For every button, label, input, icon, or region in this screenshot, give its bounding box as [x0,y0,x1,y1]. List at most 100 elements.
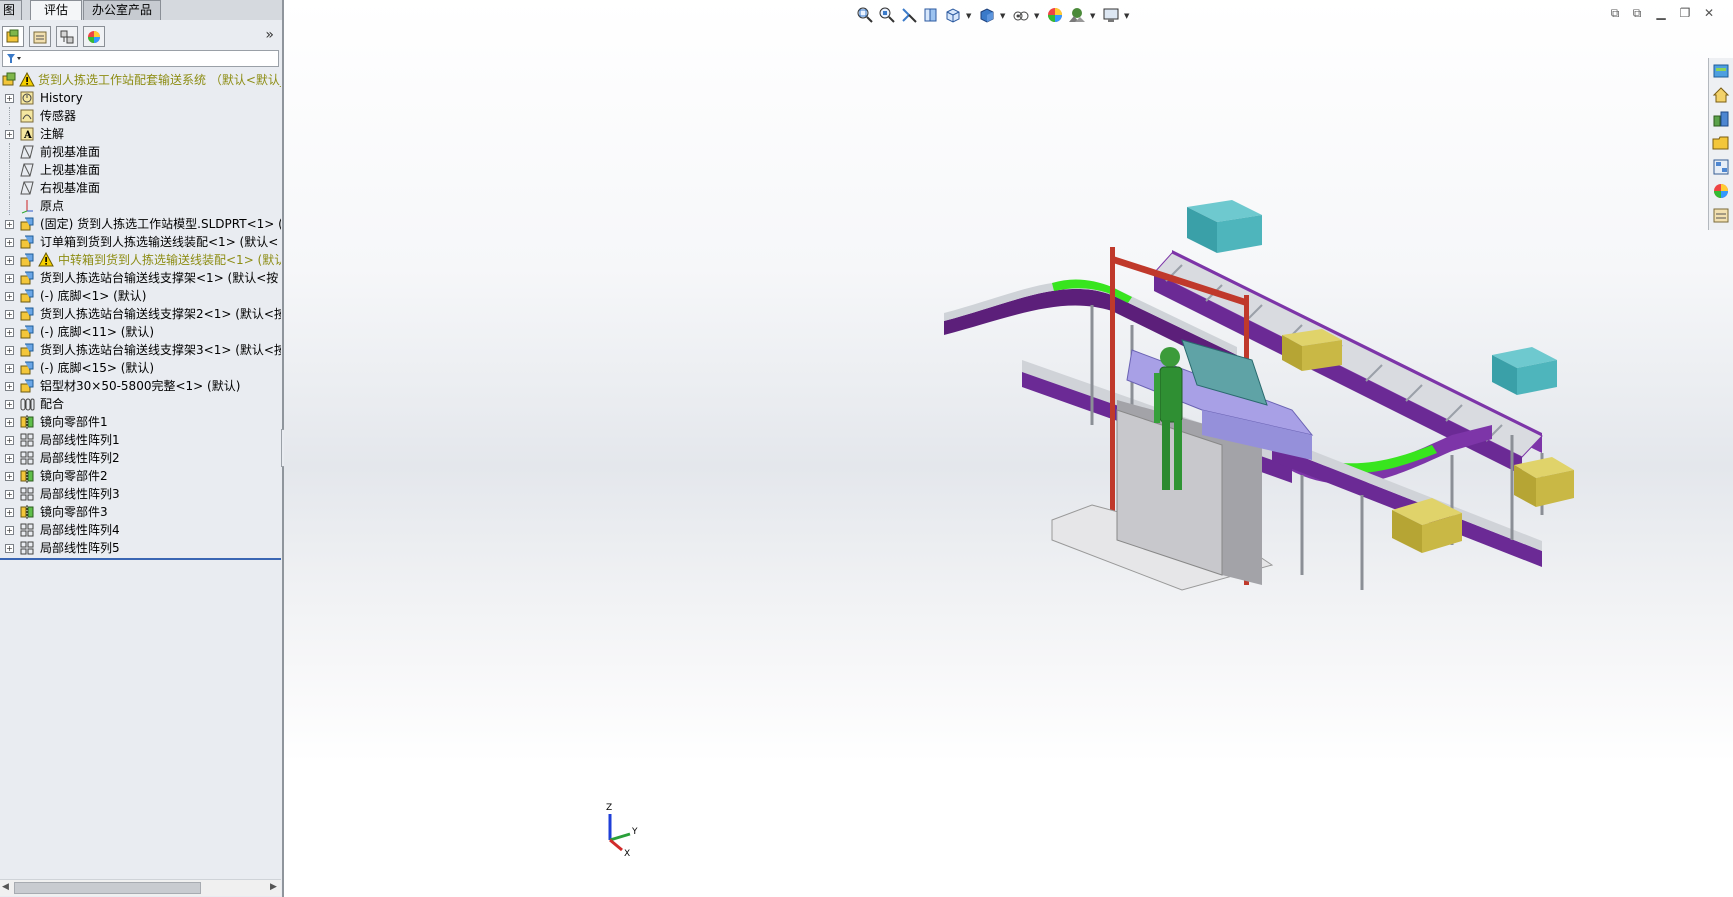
scroll-right-icon[interactable]: ▶ [270,882,277,892]
tree-item[interactable]: + 局部线性阵列1 [0,431,281,449]
tree-item[interactable]: 前视基准面 [0,143,281,161]
tree-item[interactable]: 传感器 [0,107,281,125]
expand-toggle-icon[interactable]: + [5,508,14,517]
view-orientation-caret-icon[interactable]: ▼ [966,12,971,20]
tree-item[interactable]: + 镜向零部件1 [0,413,281,431]
view-settings-caret-icon[interactable]: ▼ [1124,12,1129,20]
tree-item[interactable]: 上视基准面 [0,161,281,179]
tree-item[interactable]: + 局部线性阵列4 [0,521,281,539]
tree-item[interactable]: 右视基准面 [0,179,281,197]
tree-item[interactable]: + 镜向零部件3 [0,503,281,521]
custom-properties-icon[interactable] [1712,206,1730,224]
hide-show-icon[interactable] [1012,6,1030,24]
view-orientation-icon[interactable] [944,6,962,24]
tree-item[interactable]: + 铝型材30×50-5800完整<1> (默认) [0,377,281,395]
appearance-icon[interactable] [1046,6,1064,24]
view-palette-icon[interactable] [1712,158,1730,176]
subassembly-icon [20,253,34,267]
expand-panel-icon[interactable]: » [265,27,274,43]
zoom-to-fit-icon[interactable] [856,6,874,24]
expand-toggle-icon[interactable]: + [5,472,14,481]
annotation-icon: A [20,127,34,141]
expand-toggle-icon[interactable]: + [5,490,14,499]
home-icon[interactable] [1712,86,1730,104]
tree-item[interactable]: + 局部线性阵列3 [0,485,281,503]
expand-toggle-icon[interactable]: + [5,400,14,409]
tree-end-marker [0,558,281,560]
tree-item[interactable]: + 货到人拣选站台输送线支撑架<1> (默认<按 [0,269,281,287]
tree-item[interactable]: + 局部线性阵列5 [0,539,281,557]
section-view-icon[interactable] [922,6,940,24]
display-style-icon[interactable] [978,6,996,24]
expand-toggle-icon[interactable]: + [5,526,14,535]
tree-item[interactable]: + (-) 底脚<11> (默认) [0,323,281,341]
feature-manager-tab[interactable] [2,26,24,47]
horizontal-scrollbar[interactable]: ◀ ▶ [0,879,281,896]
expand-toggle-icon[interactable]: + [5,418,14,427]
tree-item-label: 注解 [40,127,65,141]
tab-view[interactable]: 图 [0,0,22,20]
tile-vertical-icon[interactable]: ⧉ [1629,6,1645,20]
configuration-manager-tab[interactable] [56,26,78,47]
tree-item[interactable]: + 局部线性阵列2 [0,449,281,467]
resources-icon[interactable] [1712,62,1730,80]
expand-toggle-icon[interactable]: + [5,238,14,247]
configuration-icon [60,30,74,44]
appearances-icon[interactable] [1712,182,1730,200]
expand-toggle-icon[interactable]: + [5,256,14,265]
tile-horizontal-icon[interactable]: ⧉ [1607,6,1623,20]
expand-toggle-icon[interactable]: + [5,544,14,553]
scroll-thumb[interactable] [14,882,201,894]
zoom-area-icon[interactable] [878,6,896,24]
expand-toggle-icon[interactable]: + [5,274,14,283]
tree-filter-input[interactable] [2,50,279,67]
expand-toggle-icon[interactable]: + [5,292,14,301]
display-style-caret-icon[interactable]: ▼ [1000,12,1005,20]
expand-toggle-icon[interactable]: + [5,382,14,391]
tree-item[interactable]: 原点 [0,197,281,215]
tree-item[interactable]: + A 注解 [0,125,281,143]
close-icon[interactable]: ✕ [1701,6,1717,20]
minimize-icon[interactable]: ▁ [1653,6,1669,20]
tree-item[interactable]: + 货到人拣选站台输送线支撑架2<1> (默认<按 [0,305,281,323]
tree-root[interactable]: 货到人拣选工作站配套输送系统 （默认<默认_ [0,71,281,89]
restore-icon[interactable]: ❐ [1677,6,1693,20]
subassembly-icon [20,379,34,393]
design-library-icon[interactable] [1712,110,1730,128]
hide-show-caret-icon[interactable]: ▼ [1034,12,1039,20]
tree-item[interactable]: + History [0,89,281,107]
expand-toggle-icon[interactable]: + [5,310,14,319]
expand-toggle-icon[interactable]: + [5,436,14,445]
tree-item[interactable]: + (-) 底脚<1> (默认) [0,287,281,305]
scene-caret-icon[interactable]: ▼ [1090,12,1095,20]
file-explorer-icon[interactable] [1712,134,1730,152]
tab-evaluate[interactable]: 评估 [30,0,82,20]
tree-item[interactable]: + (固定) 货到人拣选工作站模型.SLDPRT<1> ( [0,215,281,233]
tab-office-products[interactable]: 办公室产品 [83,0,161,20]
part-icon [20,217,34,231]
display-manager-tab[interactable] [83,26,105,47]
tree-item[interactable]: + 中转箱到货到人拣选输送线装配<1> (默认 [0,251,281,269]
expand-toggle-icon[interactable]: + [5,364,14,373]
tree-item[interactable]: + 配合 [0,395,281,413]
tree-item[interactable]: + (-) 底脚<15> (默认) [0,359,281,377]
expand-toggle-icon[interactable]: + [5,94,14,103]
tree-item-label: 订单箱到货到人拣选输送线装配<1> (默认< [40,235,279,249]
tree-item[interactable]: + 订单箱到货到人拣选输送线装配<1> (默认< [0,233,281,251]
pattern-icon [20,451,34,465]
expand-toggle-icon[interactable]: + [5,220,14,229]
expand-toggle-icon[interactable]: + [5,346,14,355]
view-settings-icon[interactable] [1102,6,1120,24]
graphics-viewport[interactable]: ▼ ▼ ▼ ▼ ▼ ⧉ ⧉ ▁ ❐ ✕ Z Y X [284,0,1733,897]
previous-view-icon[interactable] [900,6,918,24]
scroll-left-icon[interactable]: ◀ [2,882,9,892]
expand-toggle-icon[interactable]: + [5,454,14,463]
subassembly-icon [20,325,34,339]
property-manager-tab[interactable] [29,26,51,47]
tree-item[interactable]: + 货到人拣选站台输送线支撑架3<1> (默认<按 [0,341,281,359]
expand-toggle-icon[interactable]: + [5,328,14,337]
assembly-3d-model[interactable] [932,195,1632,605]
tree-item[interactable]: + 镜向零部件2 [0,467,281,485]
expand-toggle-icon[interactable]: + [5,130,14,139]
scene-icon[interactable] [1068,6,1086,24]
